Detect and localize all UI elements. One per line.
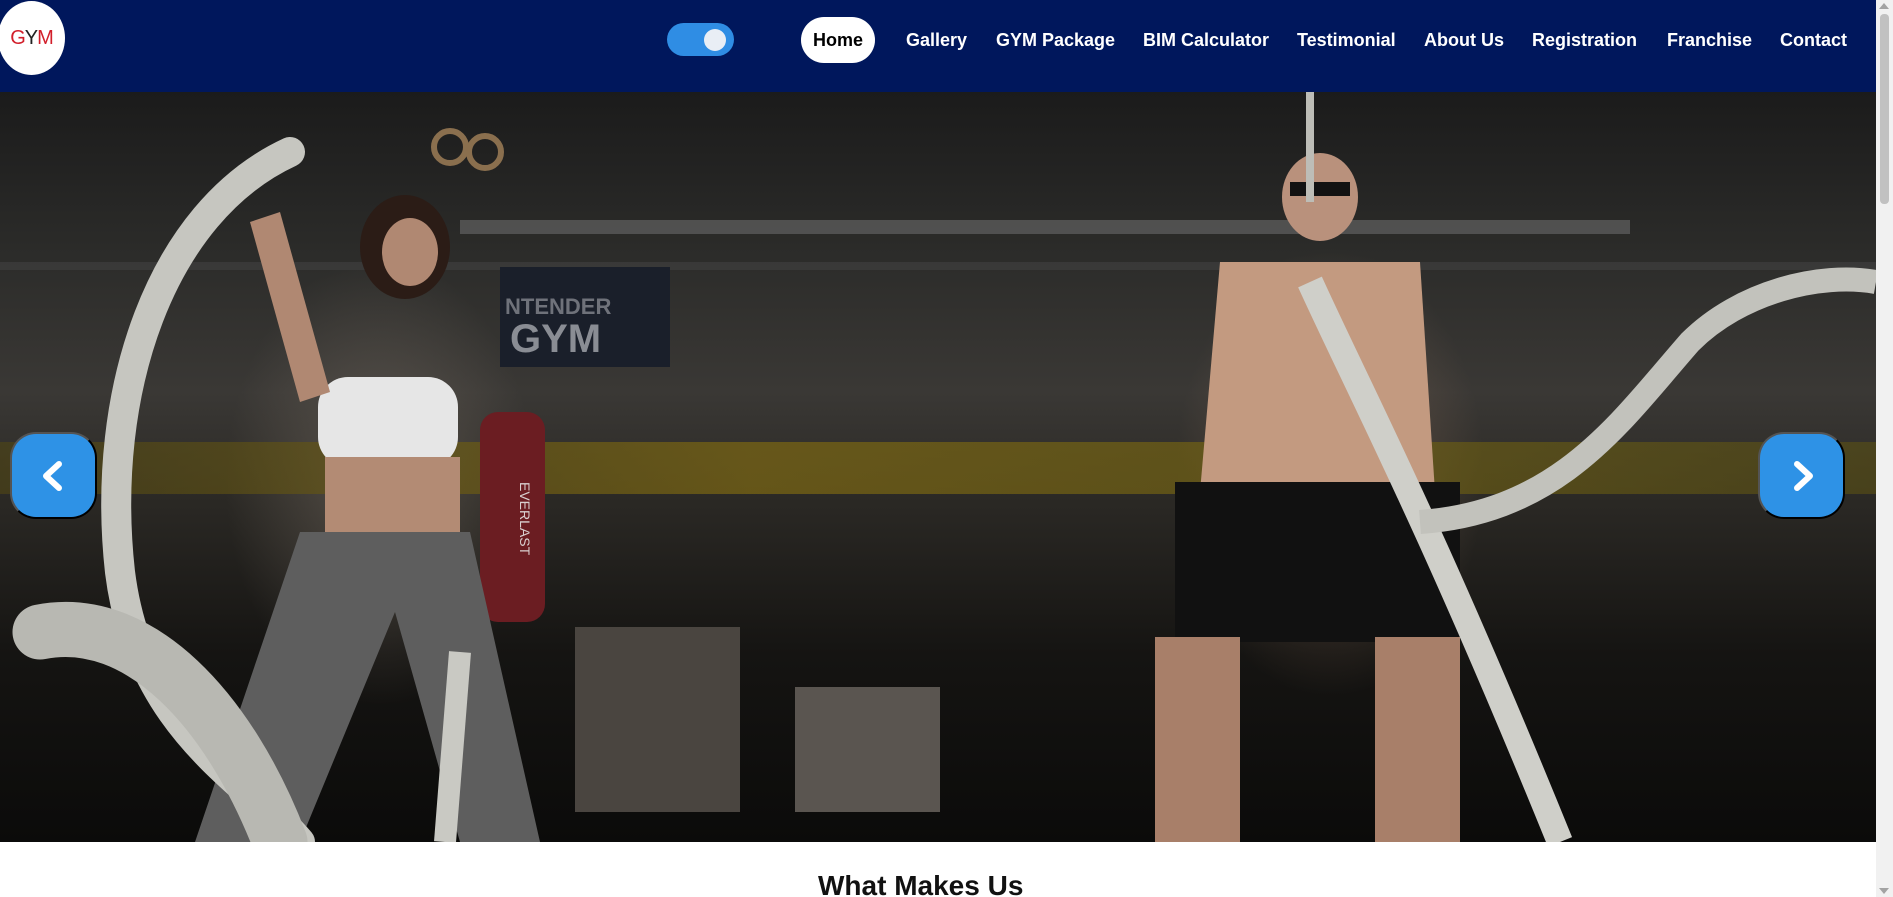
woman-torso: [325, 457, 460, 537]
plyo-box-right: [795, 687, 940, 812]
punching-bag-text: EVERLAST: [517, 482, 533, 556]
man-eyepaint: [1290, 182, 1350, 196]
gym-ring-left: [431, 128, 469, 166]
nav-contact[interactable]: Contact: [1780, 17, 1847, 63]
woman-face: [382, 218, 438, 286]
man-leg-right: [1375, 637, 1460, 842]
woman-top: [318, 377, 458, 467]
nav-about-us[interactable]: About Us: [1424, 17, 1504, 63]
nav-home[interactable]: Home: [801, 17, 876, 63]
hero-carousel: NTENDER GYM EVERLAST: [0, 92, 1876, 842]
scroll-up-icon[interactable]: [1879, 3, 1889, 9]
nav-gym-package[interactable]: GYM Package: [996, 17, 1115, 63]
wall-sign-text-1: NTENDER: [505, 294, 611, 319]
hero-photo: NTENDER GYM EVERLAST: [12, 92, 1876, 842]
man-leg-left: [1155, 637, 1240, 842]
chevron-left-icon: [42, 460, 62, 491]
nav-testimonial[interactable]: Testimonial: [1297, 17, 1396, 63]
scroll-thumb[interactable]: [1880, 14, 1889, 204]
section-title: What Makes Us: [818, 870, 1024, 897]
man-head: [1282, 153, 1358, 241]
plyo-box-left: [575, 627, 740, 812]
top-navbar: GYM Home Gallery GYM Package BIM Calcula…: [0, 0, 1876, 92]
woman-arm-raised: [250, 212, 330, 402]
battle-rope-left-b: [12, 602, 308, 842]
wall-sign-text-2: GYM: [510, 317, 601, 361]
chevron-right-icon: [1793, 460, 1813, 491]
nav-registration[interactable]: Registration: [1532, 17, 1637, 63]
nav-gallery[interactable]: Gallery: [906, 17, 967, 63]
gym-ring-right: [466, 133, 504, 171]
punching-bag: [480, 412, 545, 622]
main-nav: Home Gallery GYM Package BIM Calculator …: [0, 0, 1876, 78]
carousel-next-button[interactable]: [1758, 432, 1845, 519]
nav-franchise[interactable]: Franchise: [1667, 17, 1752, 63]
battle-rope-left-c: [434, 651, 471, 842]
carousel-prev-button[interactable]: [10, 432, 97, 519]
scroll-down-icon[interactable]: [1879, 888, 1889, 894]
nav-bim-calculator[interactable]: BIM Calculator: [1143, 17, 1269, 63]
page-scrollbar[interactable]: [1876, 0, 1893, 897]
